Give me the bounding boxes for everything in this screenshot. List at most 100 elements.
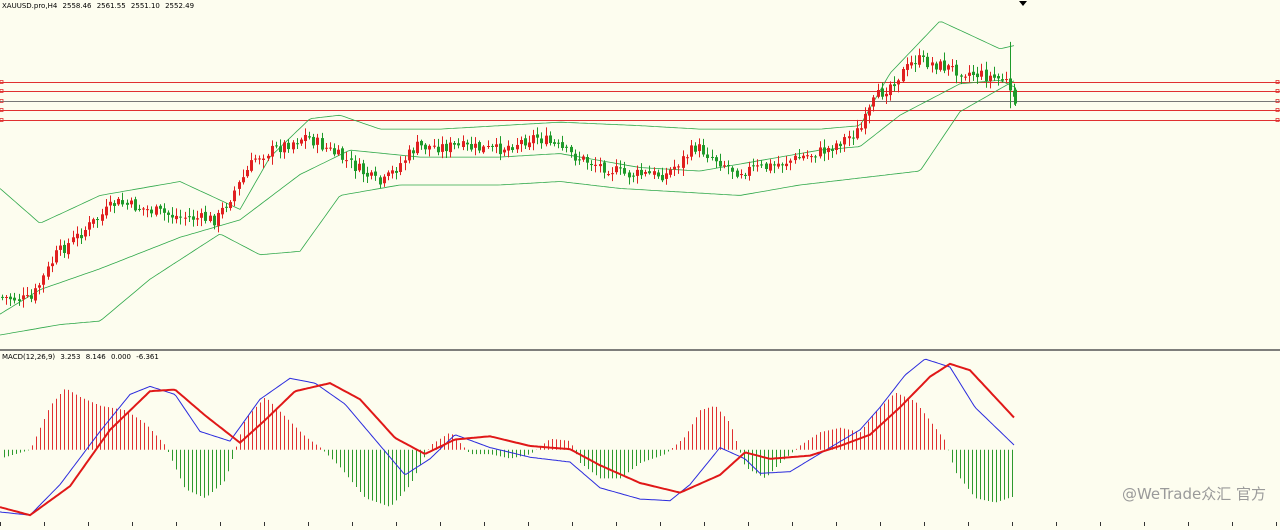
- candle-body: [947, 65, 950, 70]
- candle-body: [810, 156, 813, 158]
- candle-body: [379, 177, 382, 185]
- candle-body: [798, 157, 801, 159]
- candle-body: [358, 163, 361, 171]
- candle-body: [980, 70, 983, 77]
- candle-body: [623, 168, 626, 174]
- candle-body: [200, 213, 203, 218]
- candle-body: [271, 145, 274, 157]
- candle-body: [748, 166, 751, 176]
- candle-body: [765, 163, 768, 170]
- candle-body: [196, 218, 199, 220]
- candle-body: [304, 134, 307, 142]
- candle-body: [989, 75, 992, 82]
- candle-body: [246, 170, 249, 177]
- close-value: 2552.49: [165, 2, 195, 10]
- candle-body: [910, 62, 913, 66]
- open-value: 2558.46: [62, 2, 92, 10]
- candle-body: [976, 73, 979, 78]
- candle-body: [926, 56, 929, 68]
- candle-body: [516, 144, 519, 150]
- candle-body: [636, 169, 639, 176]
- candle-body: [267, 155, 270, 159]
- candle-body: [126, 202, 129, 205]
- candle-body: [399, 163, 402, 172]
- candle-body: [420, 140, 423, 146]
- bollinger-middle-band: [0, 79, 1015, 315]
- candle-body: [67, 243, 70, 255]
- candle-body: [511, 147, 514, 150]
- candle-body: [225, 206, 228, 208]
- candle-body: [628, 172, 631, 178]
- candle-body: [902, 69, 905, 82]
- candle-body: [51, 263, 54, 267]
- candle-body: [740, 174, 743, 176]
- candle-body: [142, 208, 145, 210]
- candle-body: [972, 71, 975, 75]
- candle-body: [63, 244, 66, 254]
- candle-body: [47, 266, 50, 277]
- candle-body: [482, 146, 485, 153]
- candle-body: [698, 144, 701, 152]
- candle-body: [756, 165, 759, 167]
- candle-body: [175, 215, 178, 220]
- trading-chart[interactable]: [0, 0, 1280, 526]
- candle-body: [723, 165, 726, 167]
- candle-body: [848, 136, 851, 139]
- candle-body: [84, 230, 87, 237]
- candle-body: [536, 134, 539, 138]
- candle-body: [682, 156, 685, 168]
- candle-body: [532, 135, 535, 144]
- candle-body: [657, 172, 660, 177]
- candle-body: [951, 66, 954, 68]
- chart-canvas[interactable]: [0, 0, 1280, 526]
- candle-body: [549, 135, 552, 144]
- candle-body: [138, 208, 141, 210]
- candle-body: [109, 201, 112, 206]
- candle-body: [906, 64, 909, 70]
- candle-body: [540, 138, 543, 144]
- candle-body: [88, 222, 91, 230]
- candle-body: [553, 142, 556, 144]
- candle-body: [449, 142, 452, 153]
- candle-body: [457, 143, 460, 146]
- candle-body: [769, 163, 772, 171]
- candle-body: [300, 139, 303, 144]
- candle-body: [217, 212, 220, 226]
- candle-body: [661, 174, 664, 181]
- candle-body: [412, 150, 415, 154]
- candle-body: [362, 163, 365, 175]
- candle-body: [275, 145, 278, 147]
- candle-body: [864, 113, 867, 129]
- candle-body: [939, 61, 942, 70]
- candle-body: [159, 205, 162, 209]
- candle-body: [881, 88, 884, 97]
- candle-body: [101, 214, 104, 221]
- candle-body: [586, 157, 589, 163]
- candle-body: [794, 155, 797, 161]
- candle-body: [827, 148, 830, 153]
- candle-body: [715, 157, 718, 162]
- candle-body: [955, 64, 958, 76]
- candle-body: [561, 142, 564, 148]
- candle-body: [254, 158, 257, 160]
- candle-body: [839, 143, 842, 147]
- candle-body: [922, 55, 925, 57]
- candle-body: [943, 60, 946, 71]
- macd-header: MACD(12,26,9) 3.253 8.146 0.000 -6.361: [2, 353, 162, 361]
- candle-body: [868, 107, 871, 116]
- candle-body: [785, 163, 788, 167]
- candle-body: [706, 154, 709, 159]
- candle-body: [370, 172, 373, 176]
- candle-body: [499, 143, 502, 155]
- candle-body: [121, 200, 124, 205]
- candle-body: [897, 80, 900, 85]
- candle-body: [819, 147, 822, 157]
- candle-body: [437, 146, 440, 153]
- candle-body: [404, 160, 407, 163]
- candle-body: [296, 143, 299, 145]
- candle-body: [387, 172, 390, 177]
- candle-body: [918, 55, 921, 65]
- macd-signal-value: 8.146: [85, 353, 106, 361]
- candle-body: [860, 128, 863, 130]
- candle-body: [823, 147, 826, 154]
